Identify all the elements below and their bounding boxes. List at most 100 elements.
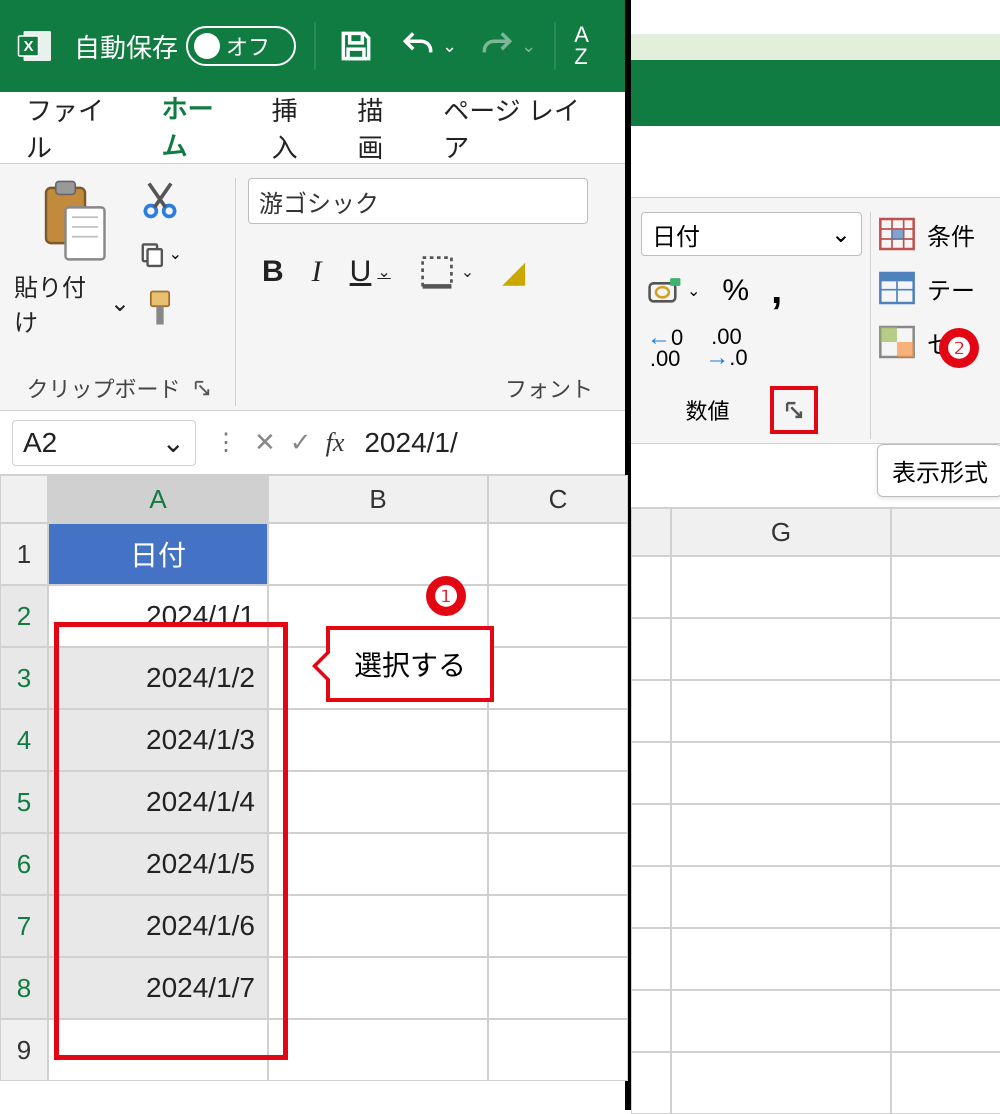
border-button[interactable]: ⌄ [419,254,474,290]
cell[interactable] [631,680,671,742]
cell-A4[interactable]: 2024/1/3 [48,709,268,771]
cell[interactable] [891,1052,1000,1114]
col-header-C[interactable]: C [488,475,628,523]
cell[interactable] [671,742,891,804]
cell[interactable] [891,680,1000,742]
row-header-2[interactable]: 2 [0,585,48,647]
cell[interactable] [891,556,1000,618]
cell-A6[interactable]: 2024/1/5 [48,833,268,895]
col-header-B[interactable]: B [268,475,488,523]
cell-A9[interactable] [48,1019,268,1081]
increase-decimal-button[interactable]: ←0.00 [647,327,683,368]
save-icon[interactable] [334,24,378,68]
autosave[interactable]: 自動保存 オフ [74,26,296,66]
cell-C5[interactable] [488,771,628,833]
number-dialog-launcher[interactable] [770,386,818,434]
cell-C3[interactable] [488,647,628,709]
cell[interactable] [671,990,891,1052]
cell[interactable] [671,804,891,866]
cell[interactable] [891,618,1000,680]
cell-B7[interactable] [268,895,488,957]
cell-A5[interactable]: 2024/1/4 [48,771,268,833]
cell[interactable] [891,990,1000,1052]
cell-A2[interactable]: 2024/1/1 [48,585,268,647]
fill-color-button[interactable]: ◢ [502,255,525,290]
cell-B8[interactable] [268,957,488,1019]
row-header-6[interactable]: 6 [0,833,48,895]
cell-C7[interactable] [488,895,628,957]
cell-C6[interactable] [488,833,628,895]
cell[interactable] [891,804,1000,866]
tab-file[interactable]: ファイル [24,87,128,169]
cell[interactable] [631,1052,671,1114]
cell-A7[interactable]: 2024/1/6 [48,895,268,957]
cut-icon[interactable] [138,178,182,222]
cell-B9[interactable] [268,1019,488,1081]
cell-C9[interactable] [488,1019,628,1081]
cell-C4[interactable] [488,709,628,771]
col-header-G[interactable]: G [671,508,891,556]
underline-button[interactable]: U⌄ [350,255,391,289]
col-header-A[interactable]: A [48,475,268,523]
row-header-9[interactable]: 9 [0,1019,48,1081]
cell[interactable] [891,928,1000,990]
formula-input[interactable]: 2024/1/ [352,420,625,466]
accounting-format-button[interactable]: ⌄ [647,275,700,307]
row-header-5[interactable]: 5 [0,771,48,833]
font-name-select[interactable]: 游ゴシック [248,178,588,224]
cell[interactable] [631,742,671,804]
undo-button[interactable]: ⌄ [396,24,457,68]
cell-C8[interactable] [488,957,628,1019]
sort-az[interactable]: A Z [574,24,589,68]
tab-draw[interactable]: 描画 [355,87,409,169]
cell[interactable] [671,866,891,928]
cell-B5[interactable] [268,771,488,833]
row-header-4[interactable]: 4 [0,709,48,771]
cell-B4[interactable] [268,709,488,771]
format-painter-icon[interactable] [138,286,182,330]
cell[interactable] [671,1052,891,1114]
cell[interactable] [631,618,671,680]
cell[interactable] [631,556,671,618]
cell[interactable] [631,928,671,990]
cell[interactable] [671,680,891,742]
paste-button[interactable]: 貼り付け⌄ [14,178,130,338]
percent-button[interactable]: % [722,274,749,308]
tab-page-layout[interactable]: ページ レイア [441,87,601,169]
row-header-8[interactable]: 8 [0,957,48,1019]
cell[interactable] [671,556,891,618]
cell[interactable] [631,866,671,928]
comma-button[interactable]: , [771,268,782,313]
cell[interactable] [631,990,671,1052]
cell[interactable] [891,742,1000,804]
cell[interactable] [671,928,891,990]
cell-C1[interactable] [488,523,628,585]
cell[interactable] [891,866,1000,928]
decrease-decimal-button[interactable]: .00→.0 [705,327,747,368]
row-header-7[interactable]: 7 [0,895,48,957]
cell-A8[interactable]: 2024/1/7 [48,957,268,1019]
dialog-launcher-icon[interactable] [191,377,213,399]
autosave-toggle[interactable]: オフ [186,26,296,66]
cell-B6[interactable] [268,833,488,895]
cell-A1[interactable]: 日付 [48,523,268,585]
tab-home[interactable]: ホーム [160,85,238,170]
enter-icon[interactable]: ✓ [290,427,312,458]
copy-icon[interactable]: ⌄ [138,232,182,276]
redo-button[interactable]: ⌄ [475,24,536,68]
bold-button[interactable]: B [262,255,284,289]
col-header-next[interactable] [891,508,1000,556]
row-header-1[interactable]: 1 [0,523,48,585]
conditional-format-button[interactable]: 条件 [877,214,975,254]
tab-insert[interactable]: 挿入 [270,87,324,169]
cell-A3[interactable]: 2024/1/2 [48,647,268,709]
number-format-select[interactable]: 日付 ⌄ [641,212,862,256]
cell[interactable] [631,804,671,866]
grip-icon[interactable]: ⋮ [206,428,246,457]
cancel-icon[interactable]: ✕ [254,427,276,458]
cell-C2[interactable] [488,585,628,647]
select-all-corner[interactable] [0,475,48,523]
format-as-table-button[interactable]: テー [877,268,975,308]
row-header-3[interactable]: 3 [0,647,48,709]
cell[interactable] [671,618,891,680]
